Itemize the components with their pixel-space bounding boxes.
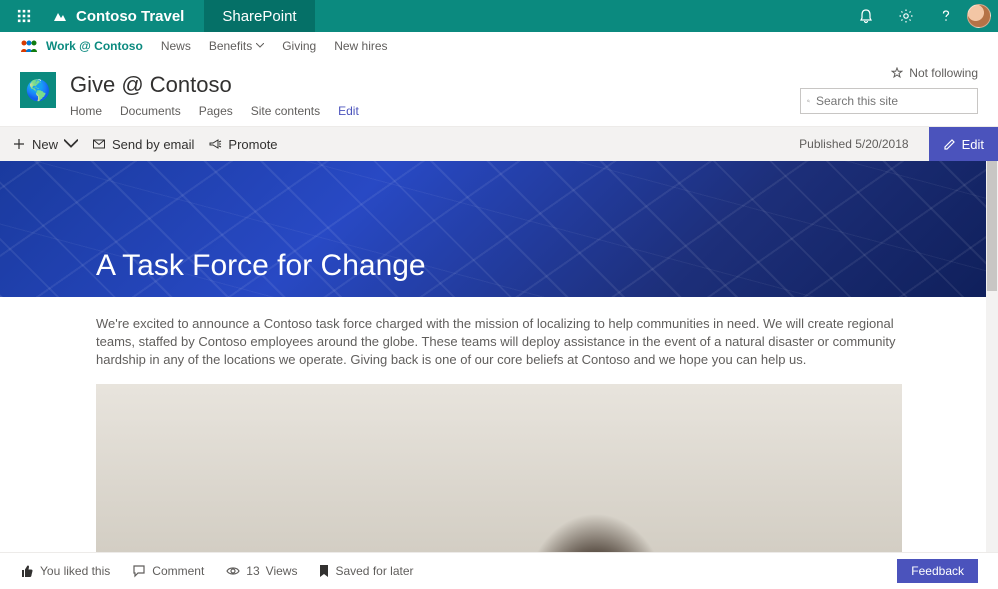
hub-nav: Work @ Contoso News Benefits Giving New … <box>0 32 998 60</box>
follow-toggle[interactable]: Not following <box>891 66 978 80</box>
nav-pages[interactable]: Pages <box>199 104 233 118</box>
save-button[interactable]: Saved for later <box>319 564 413 578</box>
people-icon <box>20 40 38 52</box>
like-button[interactable]: You liked this <box>20 564 110 578</box>
notifications-button[interactable] <box>846 0 886 32</box>
command-bar: New Send by email Promote Published 5/20… <box>0 127 998 161</box>
tenant-name: Contoso Travel <box>76 8 184 25</box>
hub-link-newhires[interactable]: New hires <box>334 39 387 53</box>
suite-bar: Contoso Travel SharePoint <box>0 0 998 32</box>
star-icon <box>891 67 903 79</box>
nav-home[interactable]: Home <box>70 104 102 118</box>
views-indicator[interactable]: 13 Views <box>226 564 297 578</box>
app-name[interactable]: SharePoint <box>204 0 314 32</box>
user-avatar[interactable] <box>966 0 998 32</box>
mountain-icon <box>52 8 68 24</box>
comment-label: Comment <box>152 564 204 578</box>
bell-icon <box>858 8 874 24</box>
pencil-icon <box>943 138 956 151</box>
social-bar: You liked this Comment 13 Views Saved fo… <box>0 552 998 589</box>
search-box[interactable] <box>800 88 978 114</box>
send-email-button[interactable]: Send by email <box>92 137 194 152</box>
site-header: 🌎 Give @ Contoso Home Documents Pages Si… <box>0 60 998 127</box>
tenant-brand[interactable]: Contoso Travel <box>48 0 204 32</box>
eye-icon <box>226 564 240 578</box>
page-canvas: A Task Force for Change We're excited to… <box>0 161 998 555</box>
thumbs-up-icon <box>20 564 34 578</box>
views-count: 13 <box>246 564 259 578</box>
settings-button[interactable] <box>886 0 926 32</box>
nav-documents[interactable]: Documents <box>120 104 181 118</box>
nav-edit[interactable]: Edit <box>338 104 359 118</box>
hub-link-news[interactable]: News <box>161 39 191 53</box>
waffle-icon <box>17 9 31 23</box>
promote-button[interactable]: Promote <box>208 137 277 152</box>
comment-icon <box>132 564 146 578</box>
mail-icon <box>92 137 106 151</box>
hub-title-link[interactable]: Work @ Contoso <box>20 39 143 53</box>
megaphone-icon <box>208 137 222 151</box>
chevron-down-icon <box>256 43 264 48</box>
feedback-button[interactable]: Feedback <box>897 559 978 583</box>
site-logo[interactable]: 🌎 <box>20 72 56 108</box>
gear-icon <box>898 8 914 24</box>
plus-icon <box>12 137 26 151</box>
views-label: Views <box>266 564 298 578</box>
scrollbar-track[interactable] <box>986 161 998 555</box>
globe-heart-icon: 🌎 <box>26 78 51 103</box>
question-icon <box>938 8 954 24</box>
article-body: We're excited to announce a Contoso task… <box>0 297 998 384</box>
hub-title: Work @ Contoso <box>46 39 143 53</box>
hub-link-benefits[interactable]: Benefits <box>209 39 264 53</box>
search-icon <box>807 95 810 107</box>
follow-label: Not following <box>909 66 978 80</box>
edit-page-button[interactable]: Edit <box>929 127 998 161</box>
bookmark-icon <box>319 564 329 578</box>
article-image <box>96 384 902 555</box>
hero-banner: A Task Force for Change <box>0 161 998 297</box>
comment-button[interactable]: Comment <box>132 564 204 578</box>
help-button[interactable] <box>926 0 966 32</box>
new-button[interactable]: New <box>12 137 78 152</box>
avatar-icon <box>967 4 991 28</box>
nav-site-contents[interactable]: Site contents <box>251 104 320 118</box>
search-input[interactable] <box>816 94 971 108</box>
published-date: Published 5/20/2018 <box>799 137 914 151</box>
article-title: A Task Force for Change <box>96 249 426 283</box>
save-label: Saved for later <box>335 564 413 578</box>
scrollbar-thumb[interactable] <box>987 161 997 291</box>
hub-link-giving[interactable]: Giving <box>282 39 316 53</box>
app-launcher-button[interactable] <box>0 0 48 32</box>
chevron-down-icon <box>64 137 78 151</box>
like-label: You liked this <box>40 564 110 578</box>
